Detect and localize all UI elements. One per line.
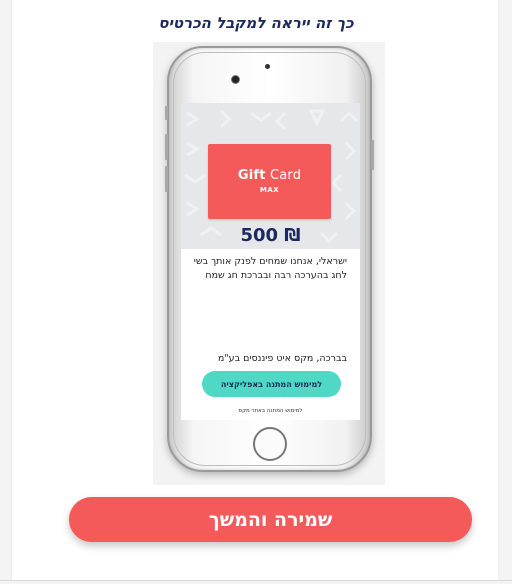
phone-side-button — [165, 166, 168, 192]
greeting-signature: בברכה, מקס איט פיננסים בע"מ — [217, 353, 347, 364]
phone-side-button — [165, 134, 168, 160]
home-button-icon — [253, 427, 287, 461]
gift-card-brand: MAX — [259, 186, 280, 194]
phone-camera-icon — [232, 76, 239, 83]
card-background: Gift Card MAX 500 ₪ — [181, 103, 360, 249]
gift-card-title: Gift Card — [237, 168, 302, 183]
phone-side-button — [371, 140, 374, 170]
gift-card-image: Gift Card MAX — [208, 144, 331, 219]
redeem-in-app-button: למימוש המתנה באפליקציה — [202, 371, 341, 397]
page-title: כך זה ייראה למקבל הכרטיס — [158, 14, 354, 32]
save-and-continue-button[interactable]: שמירה והמשך — [69, 497, 472, 542]
phone-preview: Gift Card MAX 500 ₪ ישראלי, אנחנו שמחים … — [153, 42, 385, 485]
gift-amount: 500 ₪ — [240, 225, 301, 246]
phone-side-button — [165, 106, 168, 120]
phone-frame: Gift Card MAX 500 ₪ ישראלי, אנחנו שמחים … — [165, 46, 374, 472]
bottom-divider — [0, 580, 512, 581]
phone-screen: Gift Card MAX 500 ₪ ישראלי, אנחנו שמחים … — [181, 103, 360, 420]
phone-speaker-icon — [265, 64, 270, 69]
redeem-on-website-link: למימוש המתנה באתר מקס — [238, 408, 303, 414]
greeting-message: ישראלי, אנחנו שמחים לפנק אותך בשי לחג בה… — [193, 256, 347, 281]
